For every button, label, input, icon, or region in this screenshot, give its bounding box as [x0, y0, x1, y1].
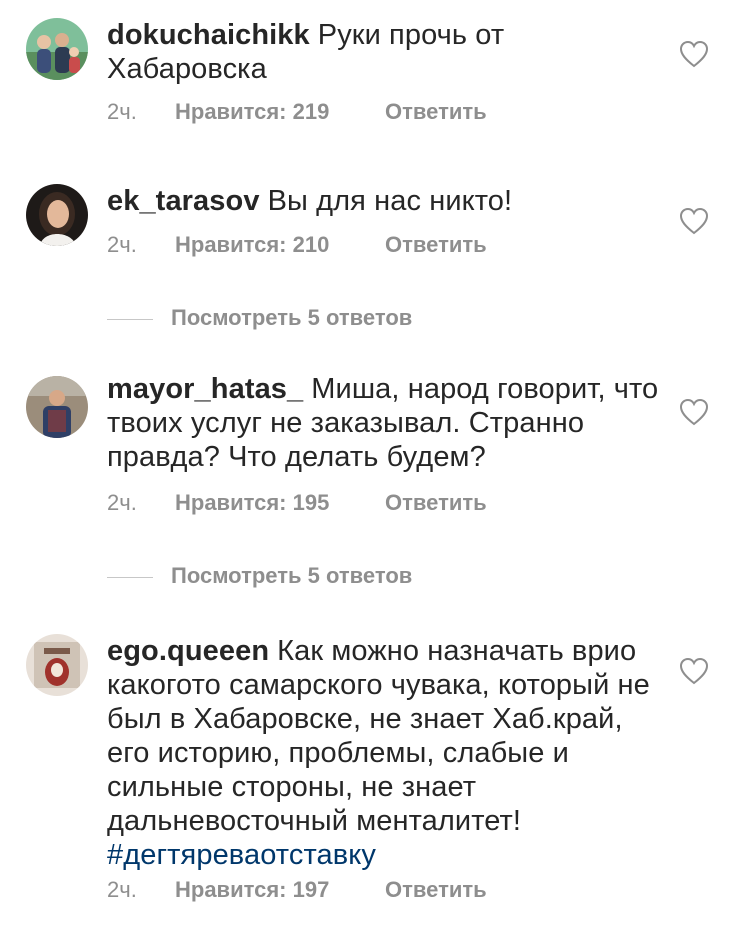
comment-username[interactable]: mayor_hatas_: [107, 373, 303, 405]
divider-line: [107, 318, 153, 320]
view-replies-label[interactable]: Посмотреть 5 ответов: [171, 563, 412, 588]
view-replies-button[interactable]: Посмотреть 5 ответов: [107, 563, 412, 593]
comment-text: mayor_hatas_ Миша, народ говорит, что тво…: [107, 372, 667, 474]
heart-outline-icon[interactable]: [679, 40, 709, 68]
comment-text: dokuchaichikk Руки прочь от Хабаровска: [107, 18, 667, 86]
comment-time: 2ч.: [107, 490, 137, 515]
reply-button[interactable]: Ответить: [385, 490, 487, 516]
comment-likes[interactable]: Нравится: 219: [175, 99, 385, 125]
heart-outline-icon[interactable]: [679, 398, 709, 426]
view-replies-label[interactable]: Посмотреть 5 ответов: [171, 305, 412, 330]
comment-meta: 2ч. Нравится: 219 Ответить: [107, 99, 487, 125]
comment-meta: 2ч. Нравится: 195 Ответить: [107, 490, 487, 516]
view-replies-button[interactable]: Посмотреть 5 ответов: [107, 305, 412, 335]
comment-username[interactable]: dokuchaichikk: [107, 19, 310, 51]
reply-button[interactable]: Ответить: [385, 877, 487, 903]
avatar[interactable]: [26, 184, 88, 246]
comment-time: 2ч.: [107, 232, 137, 257]
comment-text: ego.queeen Как можно назначать врио каког…: [107, 634, 667, 872]
comment-likes[interactable]: Нравится: 195: [175, 490, 385, 516]
comment-username[interactable]: ego.queeen: [107, 635, 269, 667]
heart-outline-icon[interactable]: [679, 657, 709, 685]
reply-button[interactable]: Ответить: [385, 99, 487, 125]
comment-likes[interactable]: Нравится: 210: [175, 232, 385, 258]
comment-meta: 2ч. Нравится: 210 Ответить: [107, 232, 487, 258]
avatar[interactable]: [26, 634, 88, 696]
comment-time: 2ч.: [107, 99, 137, 124]
divider-line: [107, 576, 153, 578]
avatar[interactable]: [26, 376, 88, 438]
comment-meta: 2ч. Нравится: 197 Ответить: [107, 877, 487, 903]
comment-text: ek_tarasov Вы для нас никто!: [107, 184, 667, 218]
comment-likes[interactable]: Нравится: 197: [175, 877, 385, 903]
comment-username[interactable]: ek_tarasov: [107, 185, 260, 217]
heart-outline-icon[interactable]: [679, 207, 709, 235]
avatar[interactable]: [26, 18, 88, 80]
reply-button[interactable]: Ответить: [385, 232, 487, 258]
comment-message: Вы для нас никто!: [267, 185, 513, 217]
hashtag-link[interactable]: #дегтяреваотставку: [107, 839, 376, 871]
comment-time: 2ч.: [107, 877, 137, 902]
